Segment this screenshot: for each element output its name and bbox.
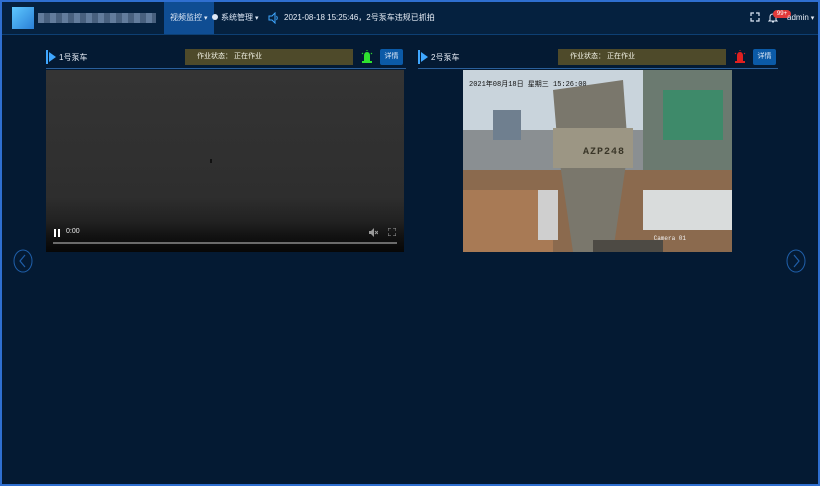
camera-label: Camera 01 xyxy=(653,235,686,242)
video-time: 0:00 xyxy=(66,228,80,235)
panel-accent-bar xyxy=(46,50,48,64)
truck-plate-text: AZP248 xyxy=(583,147,626,158)
work-status-value: 正在作业 xyxy=(234,53,262,60)
work-status-value: 正在作业 xyxy=(607,53,635,60)
panel-accent-bar xyxy=(418,50,420,64)
camera-timestamp: 2021年08月18日 星期三 15:26:00 xyxy=(469,81,587,89)
nav-system-management-label: 系统管理 xyxy=(221,13,253,22)
work-status-label: 作业状态： xyxy=(197,53,232,60)
play-triangle-icon xyxy=(49,52,56,62)
video-controls: 0:00 xyxy=(46,222,404,252)
chevron-right-icon[interactable] xyxy=(786,249,806,273)
chevron-down-icon: ▾ xyxy=(255,15,259,22)
detail-button[interactable]: 详情 xyxy=(380,49,403,65)
nav-video-monitor-label: 视频监控 xyxy=(170,13,202,22)
chevron-down-icon: ▾ xyxy=(810,15,815,22)
video-fullscreen-icon[interactable] xyxy=(388,228,396,236)
mouse-cursor xyxy=(210,159,212,163)
work-status: 作业状态： 正在作业 xyxy=(185,49,353,65)
detail-button[interactable]: 详情 xyxy=(753,49,776,65)
panel-title: 1号泵车 xyxy=(59,53,88,62)
work-status-label: 作业状态： xyxy=(570,53,605,60)
alert-message[interactable]: 2021-08-18 15:25:46，2号泵车违规已抓拍 xyxy=(284,2,435,34)
panel-header: 1号泵车 作业状态： 正在作业 详情 xyxy=(46,48,406,69)
video-progress-bar[interactable] xyxy=(53,242,397,244)
logo xyxy=(12,7,34,29)
construction-site-image xyxy=(463,70,732,252)
work-status: 作业状态： 正在作业 xyxy=(558,49,726,65)
nav-system-management[interactable]: 系统管理 ▾ xyxy=(206,2,265,34)
user-menu[interactable]: admin ▾ xyxy=(787,2,814,34)
mute-icon[interactable] xyxy=(369,228,378,237)
video-player[interactable]: 0:00 xyxy=(46,70,404,252)
play-triangle-icon xyxy=(421,52,428,62)
status-light-icon xyxy=(361,50,373,63)
top-bar: 视频监控 ▾ 系统管理 ▾ 2021-08-18 15:25:46，2号泵车违规已抓… xyxy=(2,2,818,35)
chevron-left-icon[interactable] xyxy=(13,249,33,273)
app-name-blurred xyxy=(38,13,156,23)
pause-icon[interactable] xyxy=(53,229,61,237)
gear-icon xyxy=(212,14,218,20)
alarm-light-icon xyxy=(734,50,746,63)
panel-header: 2号泵车 作业状态： 正在作业 详情 xyxy=(418,48,778,69)
panel-title: 2号泵车 xyxy=(431,53,460,62)
fullscreen-icon[interactable] xyxy=(750,12,760,22)
speaker-icon xyxy=(268,12,278,24)
camera-snapshot[interactable]: 2021年08月18日 星期三 15:26:00 AZP248 Camera 0… xyxy=(463,70,732,252)
username: admin xyxy=(787,13,809,22)
